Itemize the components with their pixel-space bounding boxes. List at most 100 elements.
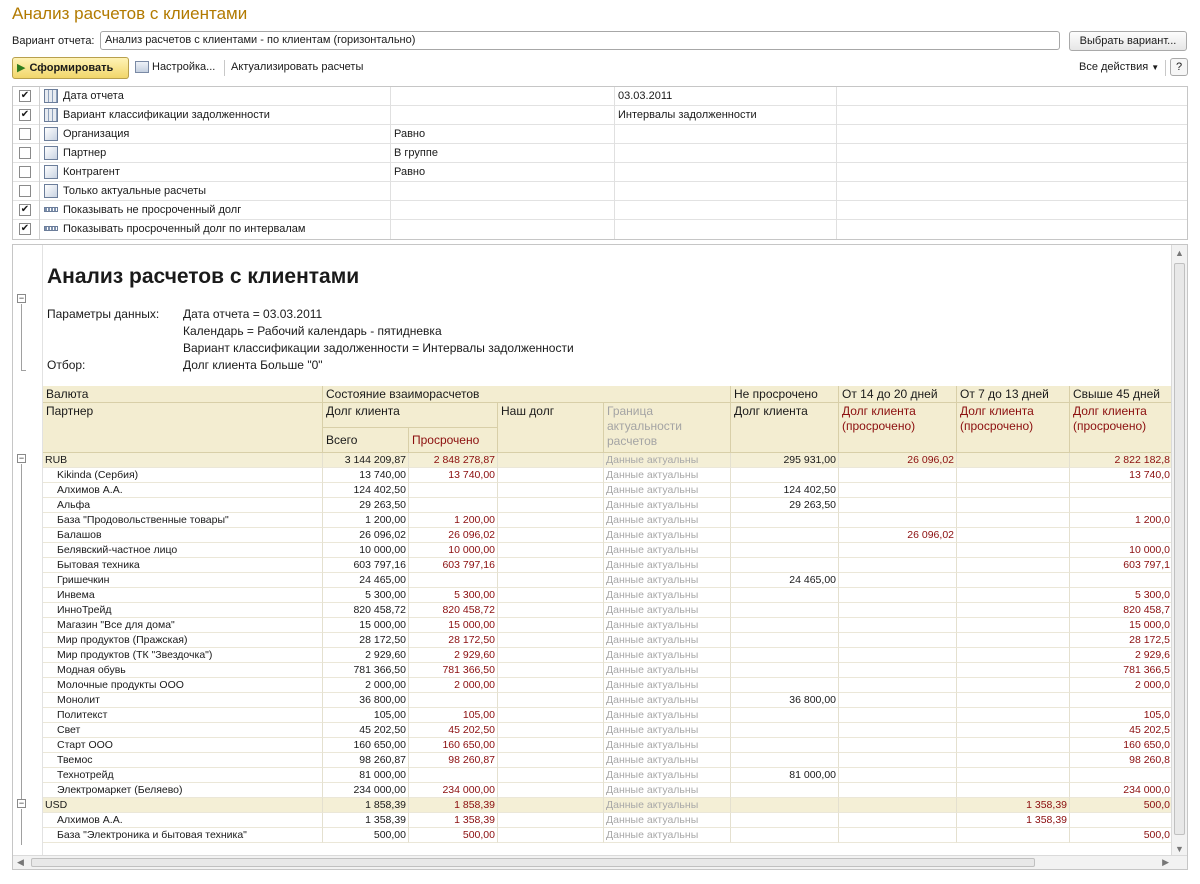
setting-comparison[interactable]: В группе — [394, 147, 438, 159]
column-divider — [614, 220, 615, 239]
update-calculations-button[interactable]: Актуализировать расчеты — [231, 61, 363, 73]
form-report-button[interactable]: ▶ Сформировать — [12, 57, 129, 79]
cell-i7 — [957, 783, 1070, 798]
setting-checkbox[interactable] — [19, 166, 31, 178]
variant-input[interactable]: Анализ расчетов с клиентами - по клиента… — [100, 31, 1060, 50]
table-row[interactable]: Молочные продукты ООО 2 000,00 2 000,00 Дан… — [43, 678, 1173, 693]
cell-name: Альфа — [43, 498, 323, 513]
table-row[interactable]: Свет 45 202,50 45 202,50 Данные актуальны 45… — [43, 723, 1173, 738]
table-row[interactable]: Алхимов А.А. 124 402,50 Данные актуальны 12… — [43, 483, 1173, 498]
table-row[interactable]: Белявский-частное лицо 10 000,00 10 000,00… — [43, 543, 1173, 558]
cell-overdue: 2 848 278,87 — [409, 453, 498, 468]
table-row[interactable]: Мир продуктов (Пражская) 28 172,50 28 172,… — [43, 633, 1173, 648]
group-line — [21, 809, 22, 845]
cell-our — [498, 663, 604, 678]
horizontal-scroll-thumb[interactable] — [31, 858, 1035, 867]
collapse-rub-icon[interactable]: − — [17, 454, 26, 463]
setting-checkbox[interactable]: ✔ — [19, 90, 31, 102]
collapse-usd-icon[interactable]: − — [17, 799, 26, 808]
scroll-right-icon[interactable]: ▶ — [1162, 857, 1169, 868]
setting-value[interactable]: Интервалы задолженности — [618, 109, 757, 121]
column-divider — [836, 87, 837, 106]
table-row[interactable]: Инвема 5 300,00 5 300,00 Данные актуальны 5 … — [43, 588, 1173, 603]
column-divider — [39, 220, 40, 239]
scroll-up-icon[interactable]: ▲ — [1175, 248, 1184, 258]
all-actions-menu[interactable]: Все действия ▼ — [1079, 61, 1159, 73]
play-icon: ▶ — [17, 62, 26, 74]
table-row[interactable]: Монолит 36 800,00 Данные актуальны 36 800,0… — [43, 693, 1173, 708]
cell-status: Данные актуальны — [604, 618, 731, 633]
settings-row[interactable]: ✔ Показывать просроченный долг по интерва… — [13, 220, 1187, 239]
cell-i14 — [839, 693, 957, 708]
setting-value[interactable]: 03.03.2011 — [618, 90, 672, 102]
settings-row[interactable]: Партнер В группе — [13, 144, 1187, 163]
setting-checkbox[interactable] — [19, 147, 31, 159]
table-row[interactable]: Бытовая техника 603 797,16 603 797,16 Данны… — [43, 558, 1173, 573]
setting-checkbox[interactable]: ✔ — [19, 204, 31, 216]
table-row[interactable]: Модная обувь 781 366,50 781 366,50 Данные а… — [43, 663, 1173, 678]
horizontal-scrollbar[interactable]: ◀ ▶ — [13, 855, 1187, 869]
cell-overdue: 26 096,02 — [409, 528, 498, 543]
choose-variant-button[interactable]: Выбрать вариант... — [1069, 31, 1187, 51]
cell-i45: 13 740,0 — [1070, 468, 1173, 483]
cell-overdue: 1 358,39 — [409, 813, 498, 828]
settings-row[interactable]: Контрагент Равно — [13, 163, 1187, 182]
table-row[interactable]: Твемос 98 260,87 98 260,87 Данные актуальны… — [43, 753, 1173, 768]
cell-our — [498, 603, 604, 618]
table-row[interactable]: Альфа 29 263,50 Данные актуальны 29 263,50 — [43, 498, 1173, 513]
setting-comparison[interactable]: Равно — [394, 128, 425, 140]
cell-i14 — [839, 513, 957, 528]
table-row[interactable]: Алхимов А.А. 1 358,39 1 358,39 Данные актуа… — [43, 813, 1173, 828]
cell-status: Данные актуальны — [604, 498, 731, 513]
setting-checkbox[interactable] — [19, 185, 31, 197]
column-divider — [39, 201, 40, 220]
currency-group-row[interactable]: USD 1 858,39 1 858,39 Данные актуальны 1 358… — [43, 798, 1173, 813]
setting-label: Контрагент — [63, 166, 120, 178]
collapse-header-icon[interactable]: − — [17, 294, 26, 303]
setting-label: Только актуальные расчеты — [63, 185, 207, 197]
table-row[interactable]: Kikinda (Сербия) 13 740,00 13 740,00 Данные… — [43, 468, 1173, 483]
vertical-scroll-thumb[interactable] — [1174, 263, 1185, 835]
cell-total: 15 000,00 — [323, 618, 409, 633]
cell-not-overdue: 124 402,50 — [731, 483, 839, 498]
table-row[interactable]: Старт ООО 160 650,00 160 650,00 Данные акту… — [43, 738, 1173, 753]
setting-checkbox[interactable] — [19, 128, 31, 140]
currency-group-row[interactable]: RUB 3 144 209,87 2 848 278,87 Данные актуал… — [43, 453, 1173, 468]
settings-row[interactable]: ✔ Показывать не просроченный долг — [13, 201, 1187, 220]
setting-comparison[interactable]: Равно — [394, 166, 425, 178]
cell-name: База "Продовольственные товары" — [43, 513, 323, 528]
cell-total: 105,00 — [323, 708, 409, 723]
table-row[interactable]: ИнноТрейд 820 458,72 820 458,72 Данные акту… — [43, 603, 1173, 618]
cell-i45: 1 200,0 — [1070, 513, 1173, 528]
table-row[interactable]: Гришечкин 24 465,00 Данные актуальны 24 465… — [43, 573, 1173, 588]
header-state: Состояние взаиморасчетов — [323, 386, 731, 403]
table-row[interactable]: Электромаркет (Беляево) 234 000,00 234 000… — [43, 783, 1173, 798]
cell-status: Данные актуальны — [604, 648, 731, 663]
help-button[interactable]: ? — [1170, 58, 1188, 76]
settings-button[interactable]: Настройка... — [135, 61, 215, 74]
option-icon — [44, 207, 58, 212]
setting-checkbox[interactable]: ✔ — [19, 109, 31, 121]
table-row[interactable]: Мир продуктов (ТК "Звездочка") 2 929,60 2 … — [43, 648, 1173, 663]
scroll-down-icon[interactable]: ▼ — [1175, 844, 1184, 854]
vertical-scrollbar[interactable]: ▲ ▼ — [1171, 245, 1187, 857]
cell-i14 — [839, 708, 957, 723]
header-client-debt: Долг клиента — [323, 403, 498, 428]
scroll-left-icon[interactable]: ◀ — [17, 857, 24, 868]
table-row[interactable]: База "Электроника и бытовая техника" 500,… — [43, 828, 1173, 843]
table-row[interactable]: Балашов 26 096,02 26 096,02 Данные актуальн… — [43, 528, 1173, 543]
table-row[interactable]: Политекст 105,00 105,00 Данные актуальны 105… — [43, 708, 1173, 723]
settings-row[interactable]: Только актуальные расчеты — [13, 182, 1187, 201]
table-row[interactable]: Магазин "Все для дома" 15 000,00 15 000,00… — [43, 618, 1173, 633]
table-row[interactable]: Технотрейд 81 000,00 Данные актуальны 81 00… — [43, 768, 1173, 783]
cell-our — [498, 513, 604, 528]
table-row[interactable]: База "Продовольственные товары" 1 200,00 1… — [43, 513, 1173, 528]
settings-row[interactable]: ✔ Вариант классификации задолженности Инте… — [13, 106, 1187, 125]
header-total: Всего — [323, 428, 409, 453]
setting-label: Партнер — [63, 147, 107, 159]
cell-i7 — [957, 648, 1070, 663]
setting-checkbox[interactable]: ✔ — [19, 223, 31, 235]
cell-not-overdue — [731, 813, 839, 828]
settings-row[interactable]: ✔ Дата отчета 03.03.2011 — [13, 87, 1187, 106]
settings-row[interactable]: Организация Равно — [13, 125, 1187, 144]
